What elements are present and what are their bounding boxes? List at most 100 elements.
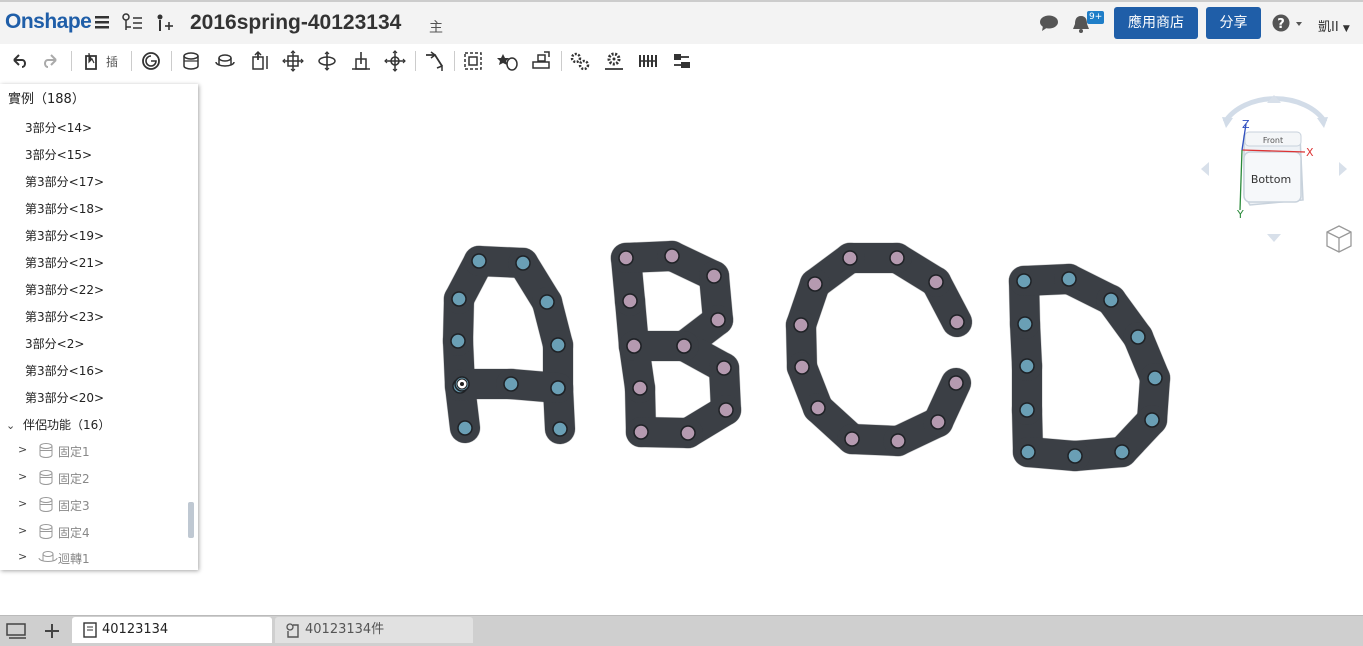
instance-item[interactable]: 第3部分<18>	[25, 200, 104, 217]
chain-pin	[457, 420, 473, 436]
cylindrical-mate-icon[interactable]	[316, 50, 338, 72]
redo-icon[interactable]	[40, 50, 62, 72]
mates-header: 伴侶功能（16）	[23, 418, 111, 432]
chevron-down-icon: ▼	[1342, 24, 1350, 34]
chain-pin	[539, 294, 555, 310]
notification-badge: 9+	[1087, 11, 1105, 24]
screw-relation-icon[interactable]	[671, 50, 693, 72]
chain-pin	[1019, 402, 1035, 418]
help-icon[interactable]: ?	[1272, 14, 1306, 34]
gear-icon[interactable]	[603, 50, 625, 72]
comments-icon[interactable]	[1039, 14, 1059, 32]
chain-pin	[676, 338, 692, 354]
mate-label: 固定4	[58, 526, 90, 540]
toolbar-separator	[454, 51, 455, 71]
mates-group[interactable]: ⌄ 伴侶功能（16）	[6, 416, 110, 433]
fastened-mate-icon	[39, 497, 53, 512]
tab-part-studio[interactable]: 40123134	[72, 617, 272, 643]
instances-header[interactable]: 實例（188）	[8, 88, 85, 107]
cube-face-bottom[interactable]: Bottom	[1251, 173, 1291, 186]
revolute-mate-icon[interactable]	[214, 50, 236, 72]
chevron-right-icon[interactable]: >	[18, 497, 27, 510]
chain-pin	[550, 337, 566, 353]
chain-pin	[1067, 448, 1083, 464]
tab-manager-icon[interactable]	[6, 622, 28, 640]
arrow-down-icon[interactable]	[1267, 234, 1281, 242]
branch-label[interactable]: 主	[429, 17, 443, 37]
chain-pin	[718, 402, 734, 418]
chain-pin	[515, 255, 531, 271]
group-icon[interactable]	[462, 50, 484, 72]
chain-pin	[706, 268, 722, 284]
svg-text:?: ?	[1277, 17, 1285, 32]
app-store-button[interactable]: 應用商店	[1114, 7, 1198, 39]
undo-icon[interactable]	[8, 50, 30, 72]
arrow-right-icon[interactable]	[1339, 162, 1347, 176]
toolbar-separator	[561, 51, 562, 71]
chain-pin	[1144, 412, 1160, 428]
replicate-icon[interactable]	[140, 50, 162, 72]
slider-mate-icon[interactable]	[248, 50, 270, 72]
chevron-right-icon[interactable]: >	[18, 524, 27, 537]
mate-label: 固定3	[58, 499, 90, 513]
chain-pin	[664, 248, 680, 264]
tab-assembly[interactable]: 40123134件	[275, 617, 473, 643]
insert-part-icon[interactable]	[80, 50, 102, 72]
graphics-area[interactable]	[198, 78, 1363, 615]
chain-pin	[1147, 370, 1163, 386]
instance-item[interactable]: 第3部分<16>	[25, 362, 104, 379]
chevron-right-icon[interactable]: >	[18, 550, 27, 563]
instance-item[interactable]: 第3部分<21>	[25, 254, 104, 271]
assembly-toolbar: 插	[0, 44, 1363, 78]
insert-label[interactable]: 插	[106, 53, 118, 70]
toolbar-separator	[131, 51, 132, 71]
document-title[interactable]: 2016spring-40123134	[190, 11, 401, 35]
chain-model-abcd[interactable]	[198, 78, 1363, 615]
chain-pin	[450, 333, 466, 349]
chevron-right-icon[interactable]: >	[18, 470, 27, 483]
view-mode-cube-icon[interactable]	[1325, 224, 1353, 254]
panel-scrollbar[interactable]	[188, 502, 194, 538]
instance-item[interactable]: 第3部分<19>	[25, 227, 104, 244]
chevron-down-icon: ⌄	[6, 419, 16, 432]
tangent-mate-icon[interactable]	[497, 50, 519, 72]
chain-pin	[794, 359, 810, 375]
rack-pinion-icon[interactable]	[637, 50, 659, 72]
onshape-logo[interactable]: Onshape	[5, 10, 92, 34]
instance-item[interactable]: 第3部分<23>	[25, 308, 104, 325]
planar-mate-icon[interactable]	[282, 50, 304, 72]
instance-item[interactable]: 3部分<14>	[25, 119, 92, 136]
chain-pin	[889, 250, 905, 266]
instance-item[interactable]: 第3部分<20>	[25, 389, 104, 406]
feature-list-icon[interactable]	[122, 13, 144, 33]
chain-pin	[930, 414, 946, 430]
add-tab-icon[interactable]	[43, 622, 61, 640]
share-button[interactable]: 分享	[1206, 7, 1261, 39]
user-menu[interactable]: 凱II ▼	[1318, 16, 1350, 35]
ball-mate-icon[interactable]	[384, 50, 406, 72]
insert-icon[interactable]	[154, 13, 174, 33]
mate-label: 固定2	[58, 472, 90, 486]
instance-item[interactable]: 3部分<15>	[25, 146, 92, 163]
arrow-left-icon[interactable]	[1201, 162, 1209, 176]
chain-pin	[1020, 444, 1036, 460]
chevron-right-icon[interactable]: >	[18, 443, 27, 456]
instance-item[interactable]: 第3部分<17>	[25, 173, 104, 190]
cube-face-front[interactable]: Front	[1263, 136, 1283, 145]
instance-item[interactable]: 第3部分<22>	[25, 281, 104, 298]
chain-pin	[948, 375, 964, 391]
chain-pin	[626, 338, 642, 354]
fastened-mate-icon[interactable]	[180, 50, 202, 72]
fastened-mate-icon	[39, 470, 53, 485]
instance-list-panel: 實例（188） 3部分<14> 3部分<15> 第3部分<17> 第3部分<18…	[0, 84, 198, 570]
mate-connector-icon[interactable]	[423, 50, 445, 72]
top-bar: Onshape 2016spring-40123134 主 9+ 應用商店 分享…	[0, 0, 1363, 44]
linear-relation-icon[interactable]	[530, 50, 552, 72]
y-axis-label: Y	[1236, 208, 1244, 221]
chain-pin	[471, 253, 487, 269]
pin-slot-mate-icon[interactable]	[350, 50, 372, 72]
user-name: 凱II	[1318, 20, 1339, 35]
menu-icon[interactable]	[94, 14, 110, 30]
gear-relation-icon[interactable]	[569, 50, 591, 72]
instance-item[interactable]: 3部分<2>	[25, 335, 84, 352]
